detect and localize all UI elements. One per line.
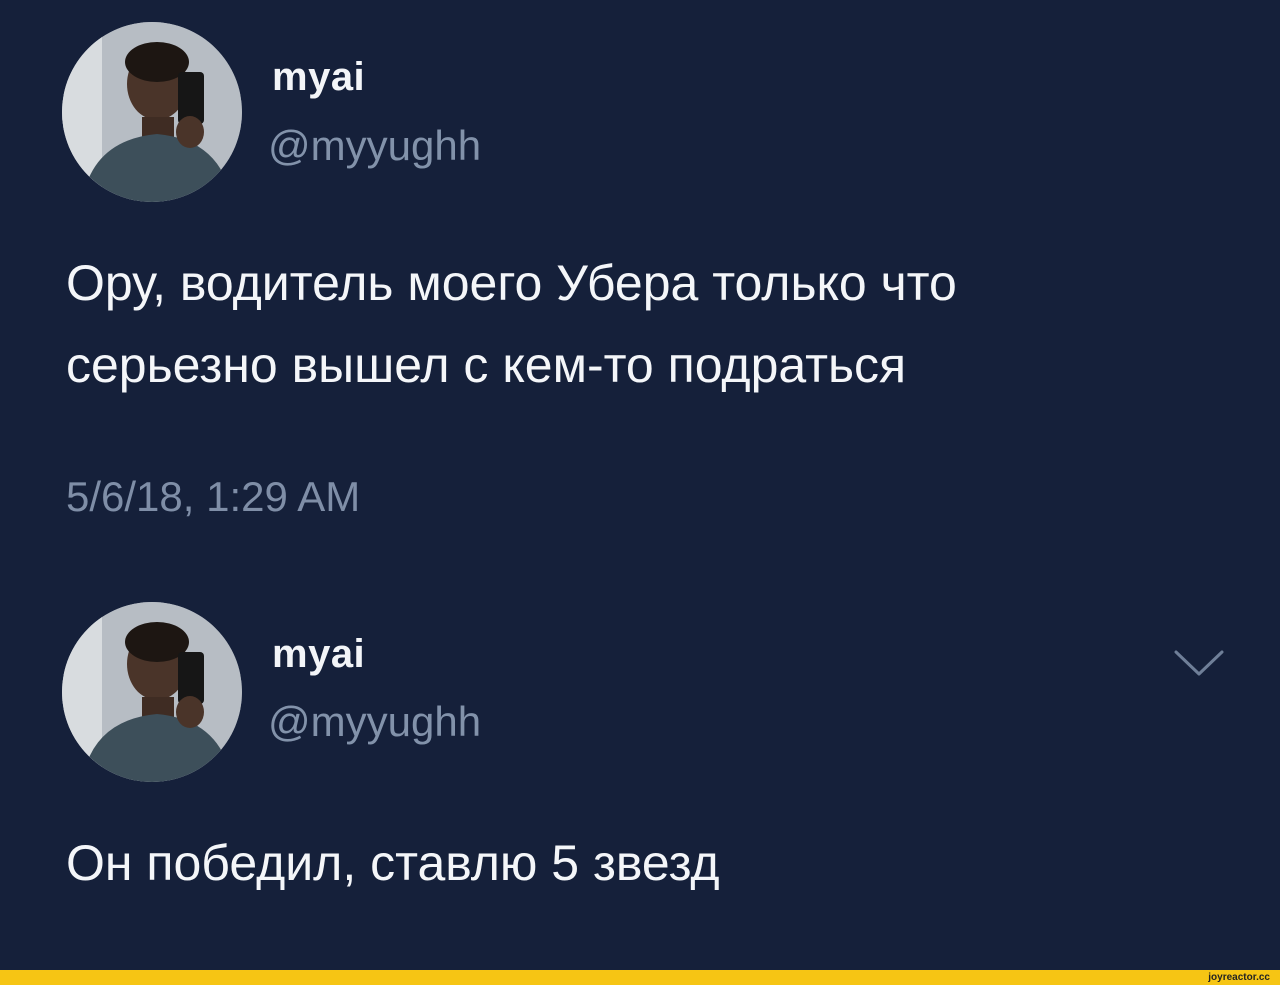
tweet-text-line: серьезно вышел с кем-то подраться xyxy=(66,337,907,393)
watermark: joyreactor.cc xyxy=(1208,972,1270,983)
tweet-text-line: Он победил, ставлю 5 звезд xyxy=(66,835,720,891)
display-name[interactable]: myai xyxy=(272,55,365,100)
tweet-text: Он победил, ставлю 5 звезд xyxy=(66,822,1216,904)
user-handle[interactable]: @myyughh xyxy=(268,698,481,746)
user-handle[interactable]: @myyughh xyxy=(268,122,481,170)
tweet-timestamp[interactable]: 5/6/18, 1:29 AM xyxy=(66,473,360,521)
profile-photo-avatar xyxy=(62,22,242,202)
user-avatar[interactable] xyxy=(62,602,242,782)
profile-photo-avatar xyxy=(62,602,242,782)
tweet-text-line: Ору, водитель моего Убера только что xyxy=(66,255,957,311)
footer-bar xyxy=(0,970,1280,985)
display-name[interactable]: myai xyxy=(272,632,365,677)
tweet-thread: myai @myyughh Ору, водитель моего Убера … xyxy=(0,0,1280,970)
tweet-text: Ору, водитель моего Убера только что сер… xyxy=(66,242,1216,406)
user-avatar[interactable] xyxy=(62,22,242,202)
chevron-down-icon[interactable] xyxy=(1172,646,1226,680)
